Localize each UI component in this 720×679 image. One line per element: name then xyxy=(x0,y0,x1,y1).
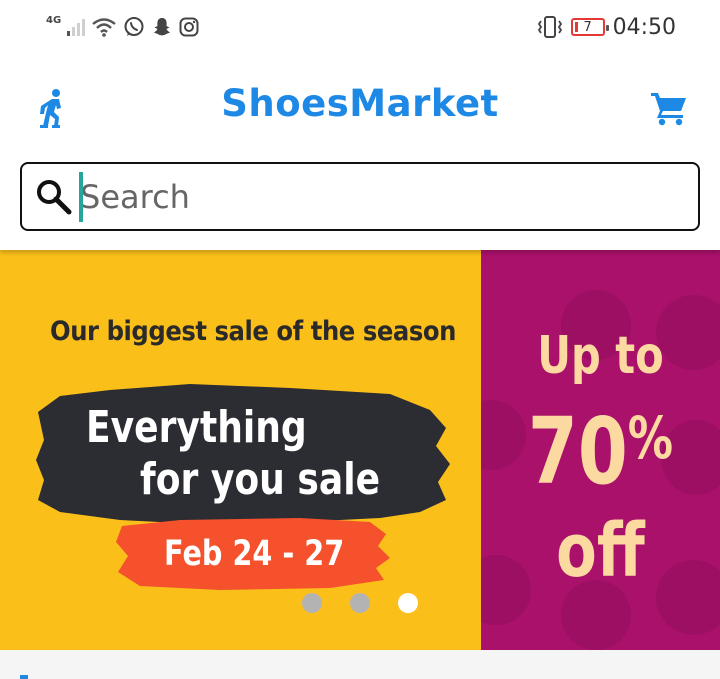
promo-percent-sign: % xyxy=(627,404,674,472)
promo-up-to: Up to xyxy=(537,326,664,386)
app-title: ShoesMarket xyxy=(221,82,499,125)
whatsapp-icon xyxy=(124,17,144,36)
promo-off: off xyxy=(556,508,645,594)
clock: 04:50 xyxy=(612,14,676,40)
banner-headline-line2: for you sale xyxy=(140,454,381,505)
promo-banner[interactable]: Our biggest sale of the season Everythin… xyxy=(0,250,720,650)
promo-percent-value: 70 xyxy=(527,398,628,505)
content-section-top xyxy=(0,650,720,679)
app-header: ShoesMarket xyxy=(0,52,720,250)
battery-icon: 7 xyxy=(570,18,609,36)
snapchat-icon xyxy=(154,18,171,36)
banner-dates: Feb 24 - 27 xyxy=(164,534,345,574)
search-icon xyxy=(37,180,72,215)
promo-percent: 70% xyxy=(507,398,693,505)
cart-button[interactable] xyxy=(647,88,691,128)
network-type-label: 4G xyxy=(46,14,62,26)
signal-icon xyxy=(67,18,86,36)
search-bar[interactable] xyxy=(20,162,700,231)
instagram-icon xyxy=(179,17,199,37)
battery-level: 7 xyxy=(583,19,592,35)
text-cursor xyxy=(79,172,83,222)
vibrate-icon xyxy=(537,16,562,38)
banner-headline-line1: Everything xyxy=(86,402,307,453)
pager-dot[interactable] xyxy=(302,593,322,613)
status-right-icons: 7 04:50 xyxy=(537,13,676,41)
search-input[interactable] xyxy=(80,172,680,222)
status-bar: 4G 7 04:50 xyxy=(0,0,720,52)
status-left-icons: 4G xyxy=(46,14,199,40)
wifi-icon xyxy=(92,18,116,37)
banner-tagline: Our biggest sale of the season xyxy=(50,316,456,347)
cart-icon xyxy=(651,93,686,126)
pager-dot[interactable] xyxy=(350,593,370,613)
carousel-pager xyxy=(302,593,418,613)
pager-dot-active[interactable] xyxy=(398,593,418,613)
section-indicator xyxy=(20,675,28,679)
